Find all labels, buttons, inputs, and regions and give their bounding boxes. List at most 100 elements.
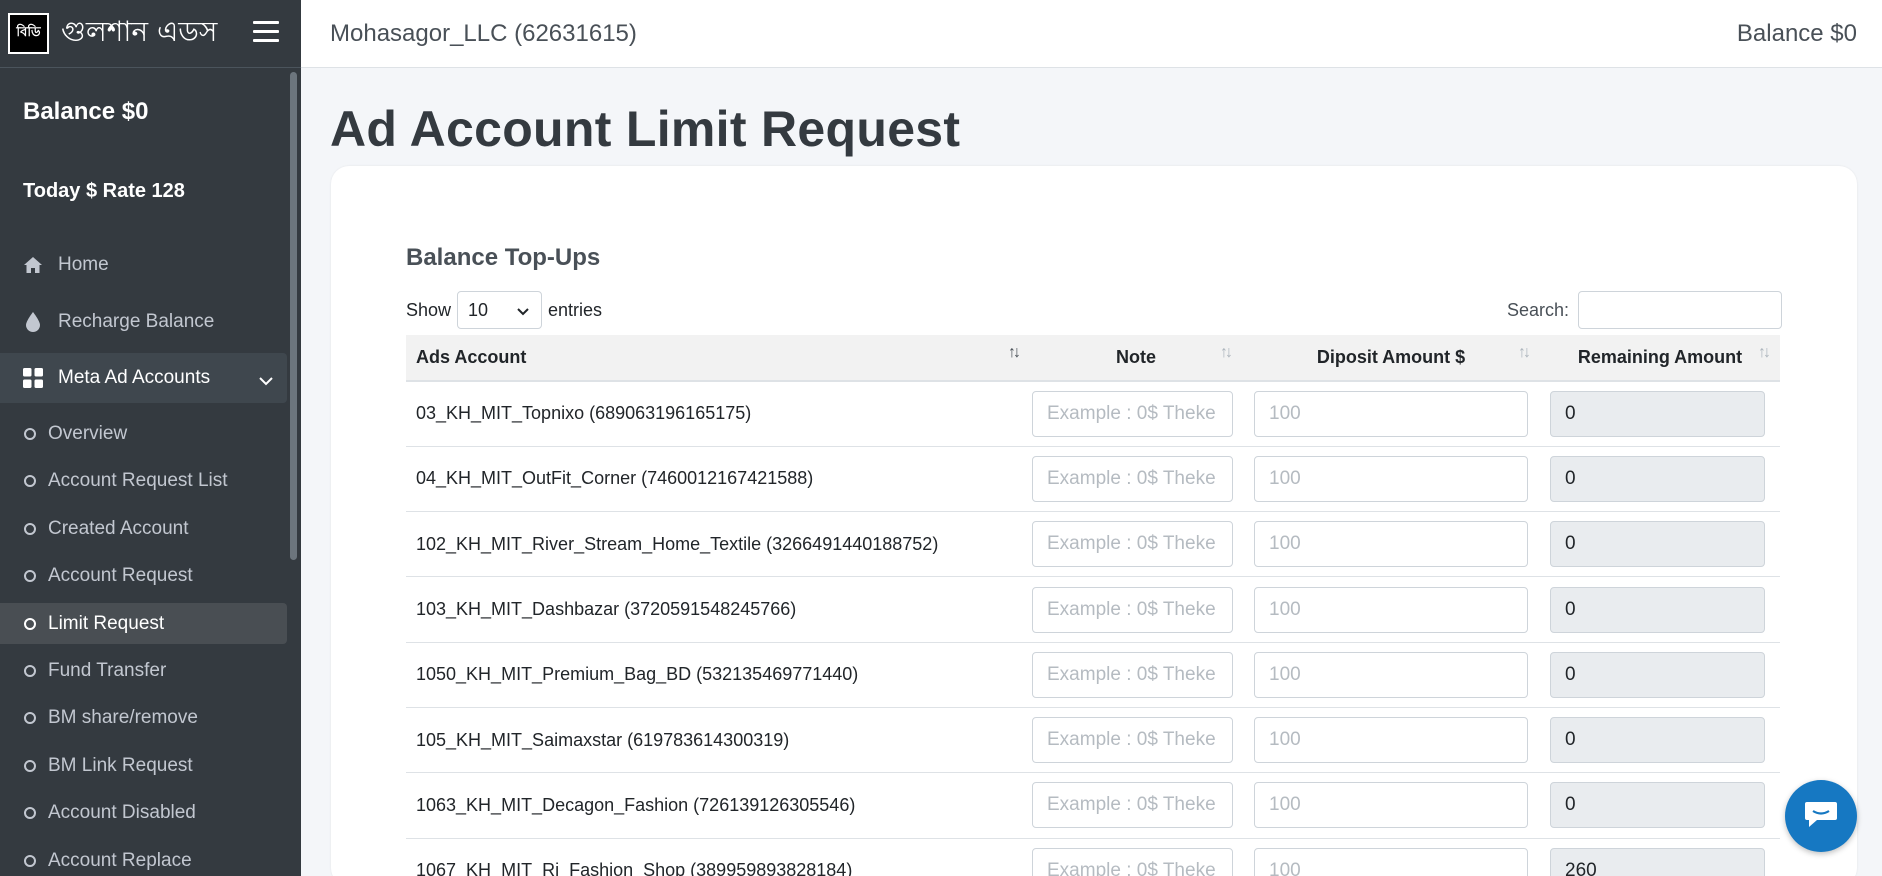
circle-icon	[24, 617, 36, 630]
deposit-amount-input[interactable]: 100	[1254, 390, 1528, 437]
remaining-cell: 0	[1540, 576, 1780, 643]
sort-icon: ↑↓	[1758, 344, 1771, 361]
remaining-amount-field: 0	[1550, 717, 1765, 764]
deposit-amount-input[interactable]: 100	[1254, 717, 1528, 764]
search-input[interactable]	[1578, 291, 1783, 329]
note-input[interactable]: Example : 0$ Theke	[1032, 586, 1233, 633]
sidebar-item-recharge-balance[interactable]: Recharge Balance	[0, 293, 301, 350]
column-header-deposit-amount[interactable]: Diposit Amount $ ↑↓	[1242, 335, 1540, 382]
deposit-cell: 100	[1242, 706, 1540, 773]
column-header-label: Diposit Amount $	[1316, 347, 1466, 367]
remaining-cell: 0	[1540, 706, 1780, 773]
table-body: 03_KH_MIT_Topnixo (689063196165175) Examp…	[406, 380, 1780, 876]
note-input[interactable]: Example : 0$ Theke	[1032, 521, 1233, 568]
sidebar-item-bm-share-remove[interactable]: BM share/remove	[0, 695, 301, 743]
brand-logo: বিডি	[8, 13, 49, 54]
sidebar-item-home[interactable]: Home	[0, 236, 301, 293]
deposit-cell: 100	[1242, 576, 1540, 643]
note-input[interactable]: Example : 0$ Theke	[1032, 651, 1233, 698]
deposit-amount-input[interactable]: 100	[1254, 521, 1528, 568]
column-header-note[interactable]: Note ↑↓	[1030, 335, 1242, 382]
chevron-down-icon	[259, 370, 273, 392]
table-row: 103_KH_MIT_Dashbazar (3720591548245766) E…	[406, 576, 1780, 643]
deposit-cell: 100	[1242, 380, 1540, 447]
entries-select[interactable]: 10	[457, 291, 543, 329]
note-input[interactable]: Example : 0$ Theke	[1032, 782, 1233, 829]
remaining-amount-field: 0	[1550, 586, 1765, 633]
chat-button[interactable]	[1785, 780, 1857, 852]
page-title: Ad Account Limit Request	[330, 101, 961, 157]
remaining-amount-field: 0	[1550, 651, 1765, 698]
note-input[interactable]: Example : 0$ Theke	[1032, 455, 1233, 502]
brand-name: গুলশান এডস	[61, 15, 218, 48]
ads-account-cell: 102_KH_MIT_River_Stream_Home_Textile (32…	[406, 511, 1030, 577]
remaining-amount-field: 260	[1550, 847, 1765, 876]
sidebar-item-label: Limit Request	[48, 612, 165, 634]
table-row: 105_KH_MIT_Saimaxstar (619783614300319) E…	[406, 706, 1780, 773]
deposit-amount-input[interactable]: 100	[1254, 847, 1528, 876]
table-header-row: Ads Account ↑↓ Note ↑↓ Diposit Amount $ ↑↓ …	[406, 335, 1780, 382]
sidebar-item-account-disabled[interactable]: Account Disabled	[0, 790, 301, 838]
sidebar-item-account-replace[interactable]: Account Replace	[0, 837, 301, 876]
deposit-amount-input[interactable]: 100	[1254, 651, 1528, 698]
sidebar-item-label: Recharge Balance	[58, 310, 215, 332]
sidebar-item-label: Home	[58, 253, 109, 275]
ads-account-cell: 105_KH_MIT_Saimaxstar (619783614300319)	[406, 706, 1030, 773]
sidebar-item-overview[interactable]: Overview	[0, 410, 301, 458]
sidebar-item-account-request[interactable]: Account Request	[0, 553, 301, 601]
sidebar-item-limit-request[interactable]: Limit Request	[0, 603, 287, 644]
table-row: 03_KH_MIT_Topnixo (689063196165175) Examp…	[406, 380, 1780, 447]
menu-toggle-icon[interactable]	[253, 21, 279, 43]
sidebar-item-label: Meta Ad Accounts	[58, 367, 211, 388]
remaining-amount-field: 0	[1550, 390, 1765, 437]
ads-account-cell: 103_KH_MIT_Dashbazar (3720591548245766)	[406, 576, 1030, 643]
table-row: 04_KH_MIT_OutFit_Corner (746001216742158…	[406, 445, 1780, 512]
note-cell: Example : 0$ Theke	[1030, 445, 1242, 512]
topbar: Mohasagor_LLC (62631615) Balance $0	[301, 0, 1882, 68]
deposit-amount-input[interactable]: 100	[1254, 782, 1528, 829]
sidebar-item-bm-link-request[interactable]: BM Link Request	[0, 742, 301, 790]
sort-icon: ↑↓	[1008, 344, 1021, 361]
column-header-ads-account[interactable]: Ads Account ↑↓	[406, 335, 1030, 382]
sidebar-item-label: Created Account	[48, 517, 189, 539]
deposit-amount-input[interactable]: 100	[1254, 586, 1528, 633]
sidebar-item-account-request-list[interactable]: Account Request List	[0, 458, 301, 506]
sort-icon: ↑↓	[1518, 344, 1531, 361]
chat-bubble-icon	[1803, 799, 1839, 834]
entries-length-control: Show 10 entries	[406, 291, 602, 329]
column-header-label: Remaining Amount	[1577, 347, 1743, 367]
note-input[interactable]: Example : 0$ Theke	[1032, 847, 1233, 876]
note-cell: Example : 0$ Theke	[1030, 772, 1242, 839]
sidebar-item-created-account[interactable]: Created Account	[0, 505, 301, 553]
sidebar-rate: Today $ Rate 128	[23, 180, 185, 202]
deposit-cell: 100	[1242, 772, 1540, 839]
circle-icon	[24, 522, 36, 535]
sidebar-item-label: Account Replace	[48, 849, 192, 871]
circle-icon	[24, 759, 36, 772]
remaining-amount-field: 0	[1550, 521, 1765, 568]
note-input[interactable]: Example : 0$ Theke	[1032, 717, 1233, 764]
sidebar-item-meta-ad-accounts[interactable]: Meta Ad Accounts	[0, 353, 287, 403]
note-cell: Example : 0$ Theke	[1030, 380, 1242, 447]
sidebar-item-label: Account Disabled	[48, 802, 196, 824]
droplet-icon	[22, 311, 44, 333]
sidebar-item-label: Account Request List	[48, 470, 228, 492]
note-input[interactable]: Example : 0$ Theke	[1032, 390, 1233, 437]
remaining-cell: 260	[1540, 837, 1780, 876]
table-row: 102_KH_MIT_River_Stream_Home_Textile (32…	[406, 511, 1780, 577]
deposit-amount-input[interactable]: 100	[1254, 455, 1528, 502]
ads-account-cell: 1063_KH_MIT_Decagon_Fashion (72613912630…	[406, 772, 1030, 839]
deposit-cell: 100	[1242, 641, 1540, 708]
limit-request-table: Ads Account ↑↓ Note ↑↓ Diposit Amount $ ↑↓ …	[406, 335, 1780, 876]
remaining-cell: 0	[1540, 380, 1780, 447]
table-row: 1063_KH_MIT_Decagon_Fashion (72613912630…	[406, 772, 1780, 839]
grid-icon	[22, 367, 44, 389]
sidebar-item-fund-transfer[interactable]: Fund Transfer	[0, 647, 301, 695]
sidebar-item-label: Account Request	[48, 565, 193, 587]
sidebar-item-label: BM Link Request	[48, 754, 193, 776]
sidebar-item-label: Fund Transfer	[48, 659, 167, 681]
note-cell: Example : 0$ Theke	[1030, 706, 1242, 773]
column-header-remaining-amount[interactable]: Remaining Amount ↑↓	[1540, 335, 1780, 382]
column-header-label: Note	[1116, 347, 1156, 367]
column-header-label: Ads Account	[416, 347, 527, 367]
